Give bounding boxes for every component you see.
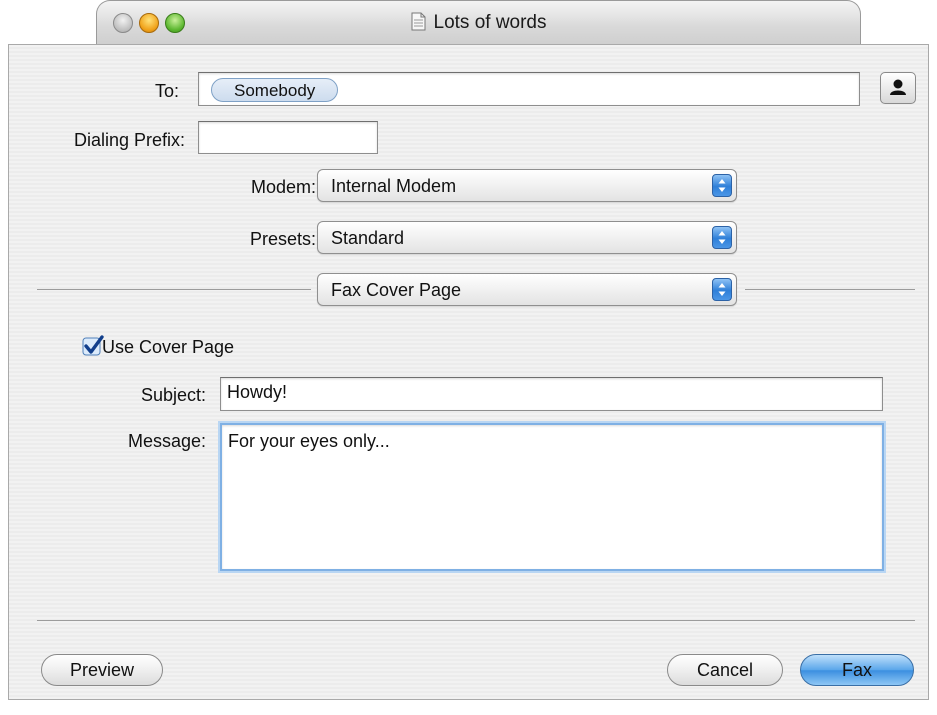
section-divider-right (745, 289, 915, 290)
preview-button[interactable]: Preview (41, 654, 163, 686)
subject-field[interactable]: Howdy! (220, 377, 883, 411)
fax-dialog: To: Somebody Dialing Prefix: Modem: Inte… (8, 44, 929, 700)
modem-popup[interactable]: Internal Modem (317, 169, 737, 202)
section-divider-left (37, 289, 311, 290)
up-down-arrows-icon (712, 174, 732, 197)
title-bar[interactable]: Lots of words (96, 0, 861, 44)
presets-label: Presets: (249, 229, 316, 249)
presets-value: Standard (331, 228, 405, 248)
subject-label: Subject: (140, 385, 206, 405)
up-down-arrows-icon (712, 226, 732, 249)
window-title: Lots of words (433, 12, 547, 33)
modem-value: Internal Modem (331, 176, 457, 196)
presets-popup[interactable]: Standard (317, 221, 737, 254)
person-icon (890, 79, 906, 95)
checkmark-icon (82, 335, 104, 356)
window-title-area: Lots of words (97, 12, 860, 34)
cancel-button[interactable]: Cancel (667, 654, 783, 686)
fax-button[interactable]: Fax (800, 654, 914, 686)
section-value: Fax Cover Page (331, 280, 462, 300)
to-field[interactable]: Somebody (198, 72, 860, 106)
to-label: To: (154, 81, 179, 101)
dialing-prefix-field[interactable] (198, 121, 378, 154)
dialing-prefix-label: Dialing Prefix: (73, 130, 185, 150)
recipient-token[interactable]: Somebody (211, 78, 339, 102)
modem-label: Modem: (250, 177, 316, 197)
message-field[interactable]: For your eyes only... (220, 423, 884, 571)
use-cover-page-checkbox[interactable] (82, 335, 104, 356)
section-popup[interactable]: Fax Cover Page (317, 273, 737, 306)
use-cover-page-label[interactable]: Use Cover Page (102, 337, 234, 358)
bottom-divider (37, 620, 915, 621)
document-icon (411, 12, 425, 31)
up-down-arrows-icon (712, 278, 732, 301)
address-book-button[interactable] (880, 72, 916, 104)
message-label: Message: (127, 431, 206, 451)
